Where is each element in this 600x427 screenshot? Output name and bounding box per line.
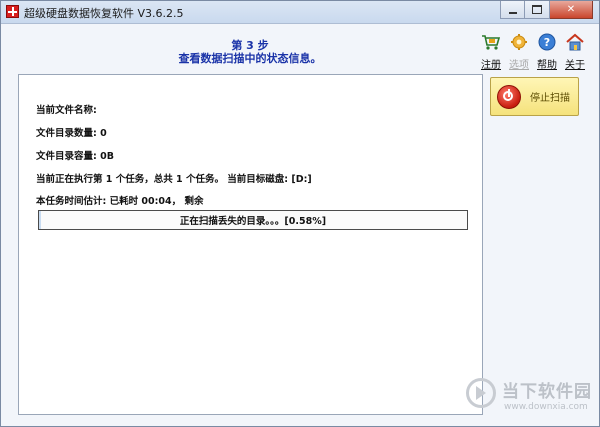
help-icon: ? [538, 33, 556, 51]
title-bar[interactable]: 超级硬盘数据恢复软件 V3.6.2.5 ✕ [1, 1, 599, 24]
watermark: 当下软件园 www.downxia.com [464, 376, 594, 420]
step-subtitle: 查看数据扫描中的状态信息。 [178, 52, 322, 65]
close-button[interactable]: ✕ [550, 1, 593, 19]
toolbar-help[interactable]: ? 帮助 [535, 33, 559, 71]
maximize-icon [532, 5, 542, 14]
gear-icon [511, 34, 527, 50]
minimize-button[interactable] [500, 1, 525, 19]
app-logo-icon [6, 5, 19, 18]
status-panel: 当前文件名称: 文件目录数量: 0 文件目录容量: 0B 当前正在执行第 1 个… [18, 74, 483, 415]
app-window: 超级硬盘数据恢复软件 V3.6.2.5 ✕ 第 3 步 查看数据扫描中的状态信息… [0, 0, 600, 427]
watermark-url: www.downxia.com [504, 402, 588, 412]
watermark-brand: 当下软件园 [502, 382, 592, 402]
stop-scan-label: 停止扫描 [530, 93, 570, 104]
home-icon [566, 33, 584, 51]
stop-scan-button[interactable]: 停止扫描 [490, 77, 579, 116]
task-info-label: 当前正在执行第 1 个任务，总共 1 个任务。 当前目标磁盘: [D:] [36, 174, 312, 185]
close-icon: ✕ [566, 4, 576, 15]
dir-count-label: 文件目录数量: 0 [36, 128, 107, 139]
power-stop-icon [497, 84, 521, 109]
scan-progress-bar: 正在扫描丢失的目录。。。[0.58%] [38, 210, 468, 230]
toolbar-options-label: 选项 [509, 60, 529, 71]
time-estimate-label: 本任务时间估计: 已耗时 00:04， 剩余 [36, 196, 204, 207]
svg-text:?: ? [544, 36, 550, 49]
current-file-label: 当前文件名称: [36, 105, 97, 116]
toolbar-options[interactable]: 选项 [507, 33, 531, 71]
window-title: 超级硬盘数据恢复软件 V3.6.2.5 [24, 7, 184, 20]
toolbar-register-label: 注册 [481, 60, 501, 71]
toolbar-help-label: 帮助 [537, 60, 557, 71]
toolbar-about[interactable]: 关于 [563, 33, 587, 71]
toolbar: 注册 选项 ? 帮助 关于 [479, 33, 587, 71]
dir-size-label: 文件目录容量: 0B [36, 151, 114, 162]
window-controls: ✕ [500, 1, 593, 19]
watermark-logo-icon [466, 378, 496, 408]
progress-text: 正在扫描丢失的目录。。。[0.58%] [179, 216, 327, 227]
maximize-button[interactable] [525, 1, 550, 19]
toolbar-register[interactable]: 注册 [479, 33, 503, 71]
cart-icon [482, 35, 501, 50]
toolbar-about-label: 关于 [565, 60, 585, 71]
minimize-icon [508, 11, 517, 14]
